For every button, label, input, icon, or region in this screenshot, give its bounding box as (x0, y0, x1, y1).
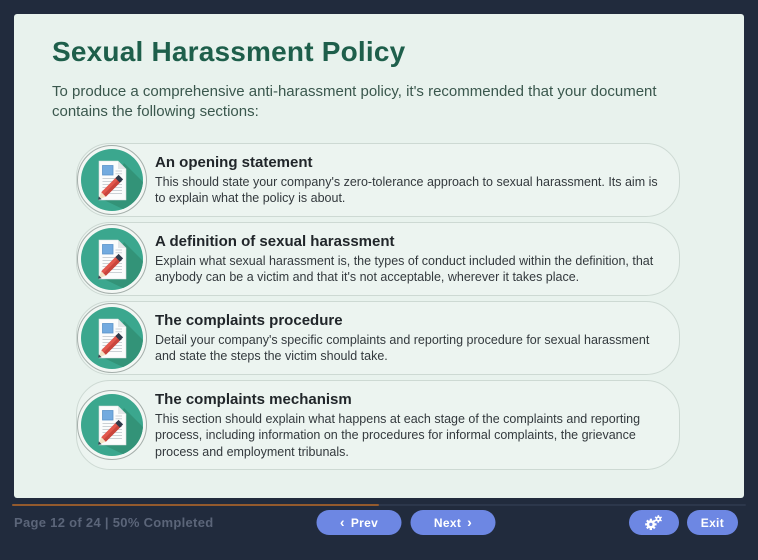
document-pencil-icon (76, 144, 148, 216)
next-button[interactable]: Next › (411, 510, 496, 535)
section-heading: The complaints procedure (155, 312, 661, 329)
section-list: An opening statement This should state y… (76, 143, 680, 471)
slide-panel: Sexual Harassment Policy To produce a co… (14, 14, 744, 498)
footer-row: Page 12 of 24 | 50% Completed ‹ Prev Nex… (0, 498, 758, 560)
section-card-definition: A definition of sexual harassment Explai… (76, 222, 680, 296)
page-title: Sexual Harassment Policy (52, 36, 706, 68)
section-heading: An opening statement (155, 154, 661, 171)
gears-icon (643, 514, 665, 532)
chevron-left-icon: ‹ (340, 515, 345, 529)
page-status: Page 12 of 24 | 50% Completed (14, 515, 213, 530)
document-pencil-icon (76, 389, 148, 461)
document-pencil-icon (76, 223, 148, 295)
section-body: Explain what sexual harassment is, the t… (155, 253, 661, 286)
exit-button[interactable]: Exit (687, 510, 738, 535)
prev-button-label: Prev (351, 516, 378, 530)
chevron-right-icon: › (467, 515, 472, 529)
section-heading: A definition of sexual harassment (155, 233, 661, 250)
section-card-complaints-mechanism: The complaints mechanism This section sh… (76, 380, 680, 471)
player-footer: Page 12 of 24 | 50% Completed ‹ Prev Nex… (0, 498, 758, 560)
section-card-opening-statement: An opening statement This should state y… (76, 143, 680, 217)
document-pencil-icon (76, 302, 148, 374)
course-player: Sexual Harassment Policy To produce a co… (0, 0, 758, 560)
section-card-complaints-procedure: The complaints procedure Detail your com… (76, 301, 680, 375)
section-body: This section should explain what happens… (155, 411, 661, 461)
section-body: Detail your company's specific complaint… (155, 332, 661, 365)
intro-text: To produce a comprehensive anti-harassme… (52, 82, 706, 123)
settings-button[interactable] (629, 510, 679, 535)
utility-buttons: Exit (629, 510, 738, 535)
section-heading: The complaints mechanism (155, 391, 661, 408)
section-body: This should state your company's zero-to… (155, 174, 661, 207)
prev-button[interactable]: ‹ Prev (317, 510, 402, 535)
next-button-label: Next (434, 516, 461, 530)
nav-buttons: ‹ Prev Next › (317, 510, 496, 535)
